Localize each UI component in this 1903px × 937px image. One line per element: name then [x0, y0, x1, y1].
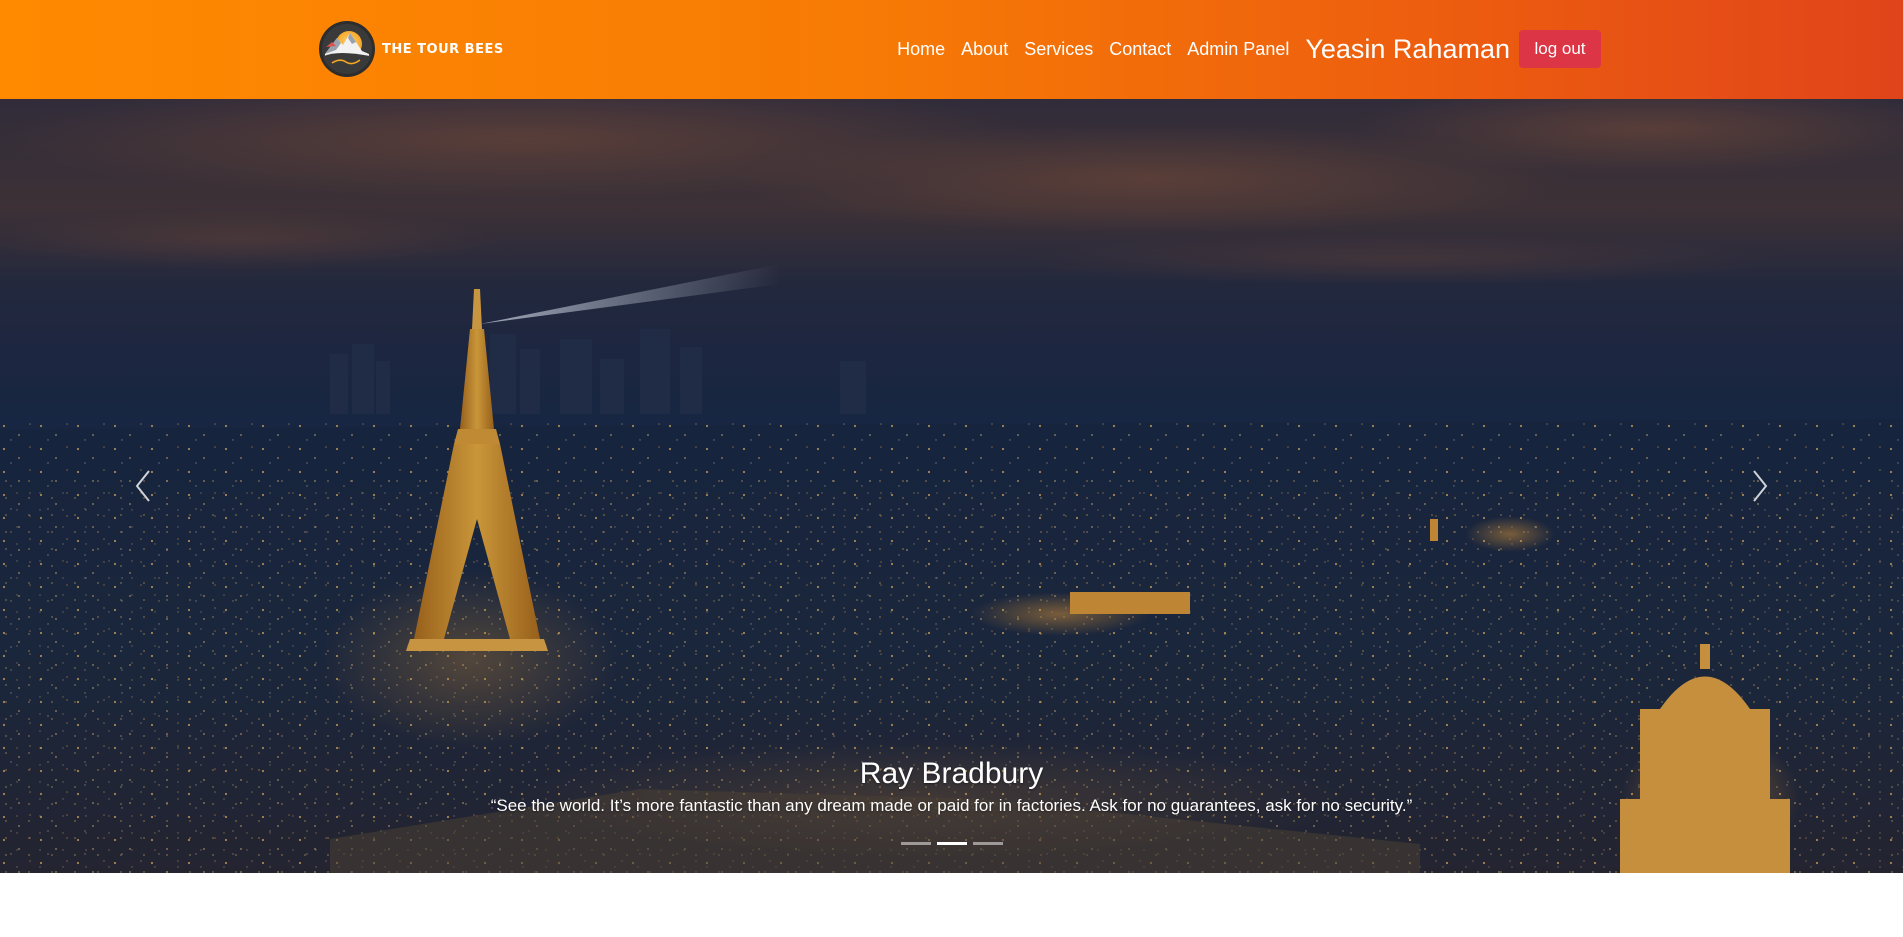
chevron-left-icon: [135, 470, 150, 502]
navbar: THE TOUR BEES Home About Services Contac…: [0, 0, 1903, 99]
carousel-caption: Ray Bradbury “See the world. It’s more f…: [0, 754, 1903, 818]
user-name: Yeasin Rahaman: [1305, 34, 1510, 64]
brand-link[interactable]: THE TOUR BEES: [318, 20, 504, 78]
nav-link-services[interactable]: Services: [1024, 31, 1093, 67]
nav-link-home[interactable]: Home: [897, 31, 945, 67]
navbar-container: THE TOUR BEES Home About Services Contac…: [318, 0, 1601, 99]
logout-button[interactable]: log out: [1519, 30, 1601, 68]
carousel-prev-button[interactable]: [113, 446, 173, 526]
caption-title: Ray Bradbury: [859, 757, 1044, 790]
brand-logo-icon: [319, 21, 375, 77]
carousel-indicators: [0, 842, 1903, 845]
hero-carousel: Ray Bradbury “See the world. It’s more f…: [0, 99, 1903, 873]
page-content-area: [0, 873, 1903, 937]
carousel-indicator[interactable]: [972, 842, 1003, 845]
nav-links: Home About Services Contact Admin Panel …: [897, 30, 1601, 68]
caption-quote: “See the world. It’s more fantastic than…: [490, 796, 1413, 815]
nav-link-admin-panel[interactable]: Admin Panel: [1187, 31, 1289, 67]
chevron-right-icon: [1753, 470, 1768, 502]
carousel-next-button[interactable]: [1730, 446, 1790, 526]
brand-name: THE TOUR BEES: [382, 41, 504, 57]
nav-link-contact[interactable]: Contact: [1109, 31, 1171, 67]
carousel-indicator-active[interactable]: [936, 842, 967, 845]
nav-link-about[interactable]: About: [961, 31, 1008, 67]
carousel-indicator[interactable]: [900, 842, 931, 845]
